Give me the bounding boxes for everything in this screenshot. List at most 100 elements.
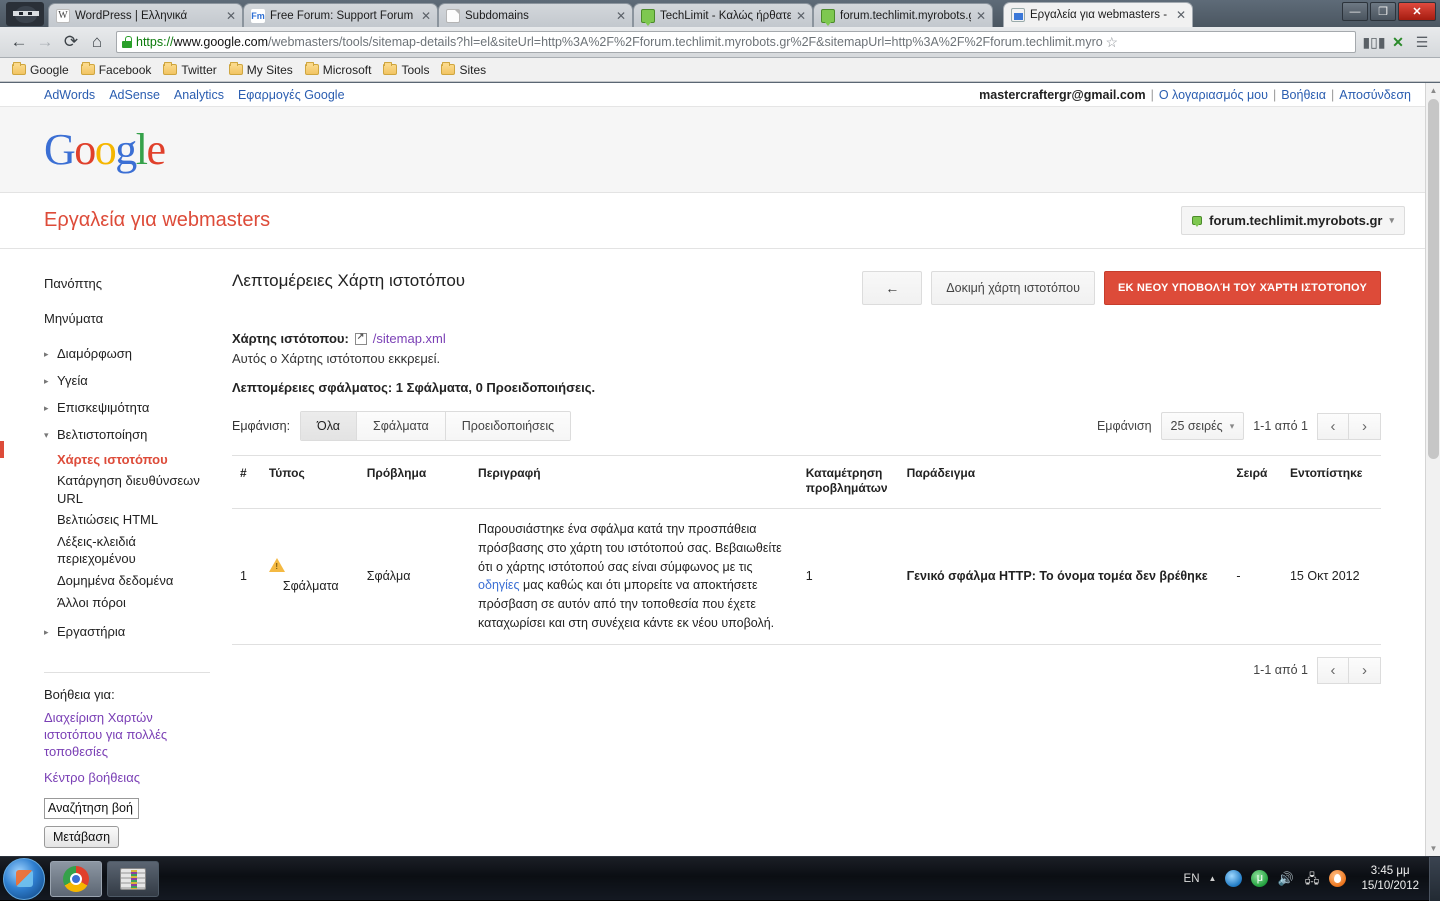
bookmark-twitter[interactable]: Twitter [159,62,220,78]
page-scrollbar[interactable]: ▲ ▼ [1425,83,1440,856]
signout-link[interactable]: Αποσύνδεση [1339,88,1411,102]
filter-tab-errors[interactable]: Σφάλματα [357,412,446,440]
gbar-link-google-apps[interactable]: Εφαρμογές Google [238,88,345,102]
home-icon[interactable]: ⌂ [84,29,110,55]
tab-close-icon[interactable]: ✕ [1174,9,1188,21]
sidebar-item-content-keywords[interactable]: Λέξεις-κλειδιά περιεχομένου [44,531,232,570]
sitemap-url-link[interactable]: /sitemap.xml [373,331,446,346]
tab-close-icon[interactable]: ✕ [224,10,238,22]
col-issue-count[interactable]: Καταμέτρηση προβλημάτων [797,455,899,509]
page-title: Λεπτομέρειες Χάρτη ιστοτόπου [232,271,466,290]
sidebar-item-messages[interactable]: Μηνύματα [44,306,232,333]
start-button-icon[interactable] [3,857,45,900]
site-selector-dropdown[interactable]: forum.techlimit.myrobots.gr ▾ [1181,206,1405,235]
resubmit-sitemap-button[interactable]: ΕΚ ΝΕΟΥ ΥΠΟΒΟΛΉ ΤΟΥ ΧΆΡΤΗ ΙΣΤΟΤΌΠΟΥ [1103,271,1381,305]
my-account-link[interactable]: Ο λογαριασμός μου [1159,88,1268,102]
filter-tab-all[interactable]: Όλα [301,412,358,440]
sidebar-item-configuration[interactable]: ▸ Διαμόρφωση [44,341,232,368]
tab-close-icon[interactable]: ✕ [419,10,433,22]
language-indicator[interactable]: EN [1184,873,1200,885]
tab-close-icon[interactable]: ✕ [614,10,628,22]
reload-icon[interactable]: ⟳ [58,29,84,55]
filter-tab-warnings[interactable]: Προειδοποιήσεις [445,412,571,440]
bookmark-sites[interactable]: Sites [437,62,490,78]
taskbar-item-winrar[interactable] [107,860,159,897]
sidebar-item-html-improvements[interactable]: Βελτιώσεις HTML [44,509,232,531]
tab-close-icon[interactable]: ✕ [794,10,808,22]
sidebar-item-health[interactable]: ▸ Υγεία [44,368,232,395]
help-link[interactable]: Βοήθεια [1281,88,1326,102]
bookmark-tools[interactable]: Tools [379,62,433,78]
back-button[interactable]: ← [862,271,923,305]
close-button[interactable]: ✕ [1398,2,1436,21]
scroll-down-icon[interactable]: ▼ [1426,841,1440,856]
internet-explorer-icon[interactable] [1225,870,1243,887]
browser-tab-free-forum[interactable]: Free Forum: Support Forum ✕ [243,3,438,27]
taskbar-clock[interactable]: 3:45 μμ 15/10/2012 [1355,864,1425,894]
product-header: Εργαλεία για webmasters forum.techlimit.… [0,193,1425,249]
help-go-button[interactable]: Μετάβαση [44,825,120,848]
taskbar-item-chrome[interactable] [50,860,102,897]
col-example[interactable]: Παράδειγμα [898,455,1229,509]
col-problem[interactable]: Πρόβλημα [358,455,471,509]
next-page-button[interactable]: › [1349,412,1381,440]
maximize-button[interactable]: ❐ [1370,2,1396,21]
browser-tab-forum-techlimit[interactable]: forum.techlimit.myrobots.gr ✕ [813,3,993,27]
gbar-link-adwords[interactable]: AdWords [44,88,95,102]
help-link-help-center[interactable]: Κέντρο βοήθειας [44,770,232,787]
sidebar-item-dashboard[interactable]: Πανόπτης [44,271,232,298]
network-icon[interactable]: 🖧 [1303,870,1320,887]
extension-icon[interactable]: ✕ [1386,34,1410,51]
bookmark-google[interactable]: Google [8,62,73,78]
profile-avatar-icon[interactable] [6,2,44,26]
bookmark-star-icon[interactable]: ☆ [1103,34,1121,51]
prev-page-button[interactable]: ‹ [1317,656,1349,684]
show-hidden-icons-icon[interactable]: ▲ [1209,874,1217,883]
col-line[interactable]: Σειρά [1228,455,1282,509]
rows-per-page-select[interactable]: 25 σειρές ▾ [1160,412,1245,440]
sidebar-item-traffic[interactable]: ▸ Επισκεψιμότητα [44,395,232,422]
analytics-icon[interactable]: ▮▯▮ [1362,34,1386,51]
sidebar-item-other-resources[interactable]: Άλλοι πόροι [44,592,232,614]
address-bar[interactable]: https:// www.google.com /webmasters/tool… [116,31,1356,53]
volume-icon[interactable]: 🔊 [1277,870,1294,887]
forward-icon[interactable]: → [32,29,58,55]
table-row[interactable]: 1 Σφάλματα Σφάλμα Παρουσιάστηκε ένα σφάλ… [232,508,1381,645]
back-icon[interactable]: ← [6,29,32,55]
menu-icon[interactable]: ☰ [1410,34,1434,51]
tab-close-icon[interactable]: ✕ [974,10,988,22]
browser-tab-subdomains[interactable]: Subdomains ✕ [438,3,633,27]
minimize-button[interactable]: — [1342,2,1368,21]
scroll-up-icon[interactable]: ▲ [1426,83,1440,98]
site-selector-label: forum.techlimit.myrobots.gr [1209,213,1383,228]
prev-page-button[interactable]: ‹ [1317,412,1349,440]
sidebar-item-sitemaps[interactable]: Χάρτες ιστοτόπου [44,449,232,471]
test-sitemap-button[interactable]: Δοκιμή χάρτη ιστοτόπου [931,271,1095,305]
gbar-link-analytics[interactable]: Analytics [174,88,224,102]
bookmark-my-sites[interactable]: My Sites [225,62,297,78]
google-logo[interactable]: Google [44,124,166,175]
next-page-button[interactable]: › [1349,656,1381,684]
col-type[interactable]: Τύπος [260,455,359,509]
updater-icon[interactable] [1329,870,1347,887]
bookmark-facebook[interactable]: Facebook [77,62,156,78]
sitemap-url-row: Χάρτης ιστότοπου: /sitemap.xml [232,331,1381,347]
guidelines-link[interactable]: οδηγίες [478,578,520,592]
sidebar-item-optimization[interactable]: ▾ Βελτιστοποίηση [44,422,232,449]
col-detected[interactable]: Εντοπίστηκε [1281,455,1381,509]
sidebar-item-structured-data[interactable]: Δομημένα δεδομένα [44,570,232,592]
col-description[interactable]: Περιγραφή [470,455,798,509]
browser-tab-techlimit[interactable]: TechLimit - Καλώς ήρθατε ✕ [633,3,813,27]
help-search-input[interactable] [44,797,139,819]
help-link-multi-site-sitemaps[interactable]: Διαχείριση Χαρτών ιστοτόπου για πολλές τ… [44,710,189,761]
browser-tab-wordpress[interactable]: WordPress | Ελληνικά ✕ [48,3,243,27]
utorrent-icon[interactable] [1251,870,1269,887]
col-number[interactable]: # [232,455,261,509]
sidebar-item-remove-urls[interactable]: Κατάργηση διευθύνσεων URL [44,470,232,509]
browser-tab-webmaster-tools[interactable]: Εργαλεία για webmasters - ✕ [1003,2,1193,27]
bookmark-microsoft[interactable]: Microsoft [301,62,376,78]
scrollbar-thumb[interactable] [1428,99,1439,459]
sidebar-item-labs[interactable]: ▸ Εργαστήρια [44,619,232,646]
gbar-link-adsense[interactable]: AdSense [109,88,160,102]
show-desktop-button[interactable] [1429,856,1440,901]
